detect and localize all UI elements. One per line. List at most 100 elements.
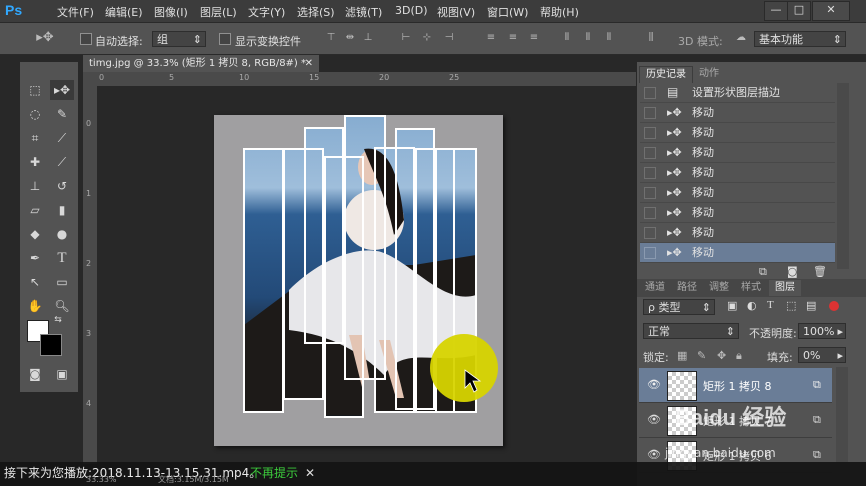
close-document-icon[interactable]: ✕ <box>305 55 313 72</box>
rectangle-tool-icon[interactable]: ▭ <box>50 272 74 292</box>
menu-select[interactable]: 选择(S) <box>297 4 335 20</box>
trash-icon[interactable]: 🗑︎ <box>813 265 827 278</box>
new-document-from-state-icon[interactable]: ⧉ <box>759 265 767 279</box>
workspace-dropdown[interactable]: 基本功能 ⇕ <box>754 31 846 47</box>
cloud-icon[interactable]: ☁ <box>733 32 749 44</box>
history-item[interactable]: ▸✥ 移动 <box>640 203 835 223</box>
clone-stamp-icon[interactable]: ⊥ <box>23 176 47 196</box>
tab-layers[interactable]: 图层 <box>769 280 801 296</box>
close-notification-icon[interactable]: ✕ <box>305 462 315 484</box>
history-item[interactable]: ▸✥ 移动 <box>640 123 835 143</box>
distribute-left-icon[interactable]: ⦀ <box>561 32 573 44</box>
distribute-bottom-icon[interactable]: ≡ <box>528 32 540 44</box>
menu-window[interactable]: 窗口(W) <box>487 4 528 20</box>
menu-image[interactable]: 图像(I) <box>154 4 188 20</box>
quick-select-tool-icon[interactable]: ✎ <box>50 104 74 124</box>
auto-align-icon[interactable]: ⫼ <box>645 32 657 44</box>
tab-paths[interactable]: 路径 <box>671 280 703 296</box>
history-item[interactable]: ▸✥ 移动 <box>640 103 835 123</box>
tab-styles[interactable]: 样式 <box>735 280 767 296</box>
lock-position-icon[interactable]: ✥ <box>717 349 726 362</box>
distribute-vcenter-icon[interactable]: ≡ <box>507 32 519 44</box>
menu-edit[interactable]: 编辑(E) <box>105 4 143 20</box>
move-tool-icon[interactable]: ▸✥ <box>50 80 74 100</box>
filter-type-icon[interactable]: T <box>767 299 774 311</box>
blend-mode-dropdown[interactable]: 正常 ⇕ <box>643 323 739 339</box>
opacity-field[interactable]: 100% ▸ <box>798 323 846 339</box>
history-brush-icon[interactable]: ↺ <box>50 176 74 196</box>
camera-icon[interactable]: ◙ <box>787 265 798 278</box>
lock-pixels-icon[interactable]: ✎ <box>697 349 706 362</box>
history-item[interactable]: ▸✥ 移动 <box>640 223 835 243</box>
auto-select-checkbox[interactable] <box>80 33 92 45</box>
tab-actions[interactable]: 动作 <box>693 66 725 82</box>
gradient-tool-icon[interactable]: ▮ <box>50 200 74 220</box>
menu-view[interactable]: 视图(V) <box>437 4 475 20</box>
lasso-tool-icon[interactable]: ◌ <box>23 104 47 124</box>
distribute-hcenter-icon[interactable]: ⦀ <box>582 32 594 44</box>
visibility-eye-icon[interactable]: 👁︎ <box>647 448 661 461</box>
auto-select-dropdown[interactable]: 组 ⇕ <box>152 31 206 47</box>
close-window-button[interactable]: ✕ <box>812 1 850 21</box>
menu-help[interactable]: 帮助(H) <box>540 4 579 20</box>
crop-tool-icon[interactable]: ⌗ <box>23 128 47 148</box>
swap-colors-icon[interactable]: ⇆ <box>51 314 65 326</box>
menu-file[interactable]: 文件(F) <box>57 4 94 20</box>
align-hcenter-icon[interactable]: ⊹ <box>421 32 433 44</box>
filter-toggle-icon[interactable] <box>829 301 839 311</box>
tab-history[interactable]: 历史记录 <box>639 66 693 83</box>
eyedropper-tool-icon[interactable]: ⟋ <box>50 128 74 148</box>
show-transform-checkbox[interactable] <box>219 33 231 45</box>
fill-field[interactable]: 0% ▸ <box>798 347 846 363</box>
history-item-selected[interactable]: ▸✥ 移动 <box>640 243 835 263</box>
menu-layer[interactable]: 图层(L) <box>200 4 237 20</box>
lock-all-icon[interactable]: 🔒︎ <box>736 349 742 363</box>
eraser-tool-icon[interactable]: ▱ <box>23 200 47 220</box>
distribute-top-icon[interactable]: ≡ <box>485 32 497 44</box>
align-bottom-icon[interactable]: ⊥ <box>362 32 374 44</box>
brush-tool-icon[interactable]: ⟋ <box>50 152 74 172</box>
healing-brush-icon[interactable]: ✚ <box>23 152 47 172</box>
align-top-icon[interactable]: ⊤ <box>325 32 337 44</box>
blur-tool-icon[interactable]: ◆ <box>23 224 47 244</box>
menu-3d[interactable]: 3D(D) <box>395 4 428 17</box>
layer-filter-dropdown[interactable]: ρ 类型 ⇕ <box>643 299 715 315</box>
history-scrollbar[interactable] <box>837 83 849 269</box>
filter-shape-icon[interactable]: ⬚ <box>786 299 796 312</box>
history-item[interactable]: ▤ 设置形状图层描边 <box>640 83 835 103</box>
pen-tool-icon[interactable]: ✒ <box>23 248 47 268</box>
quick-mask-icon[interactable]: ◙ <box>23 364 47 384</box>
path-select-icon[interactable]: ↖ <box>23 272 47 292</box>
maximize-button[interactable]: □ <box>787 1 811 21</box>
history-item[interactable]: ▸✥ 移动 <box>640 183 835 203</box>
align-left-icon[interactable]: ⊢ <box>400 32 412 44</box>
menu-type[interactable]: 文字(Y) <box>248 4 285 20</box>
align-vcenter-icon[interactable]: ⇹ <box>344 32 356 44</box>
layers-scrollbar[interactable] <box>836 367 848 477</box>
filter-adjust-icon[interactable]: ◐ <box>747 299 757 312</box>
align-right-icon[interactable]: ⊣ <box>443 32 455 44</box>
move-tool-preset-icon[interactable]: ▸✥ <box>36 31 54 44</box>
tab-channels[interactable]: 通道 <box>639 280 671 296</box>
zoom-tool-icon[interactable]: 🔍︎ <box>50 296 74 316</box>
dodge-tool-icon[interactable]: ● <box>50 224 74 244</box>
distribute-right-icon[interactable]: ⦀ <box>603 32 615 44</box>
dont-show-again-link[interactable]: 不再提示 <box>250 462 298 484</box>
history-item[interactable]: ▸✥ 移动 <box>640 143 835 163</box>
document-tab[interactable]: timg.jpg @ 33.3% (矩形 1 拷贝 8, RGB/8#) * ✕ <box>83 55 319 72</box>
lock-transparent-icon[interactable]: ▦ <box>677 349 687 362</box>
layer-row-selected[interactable]: 👁︎ 矩形 1 拷贝 8 ⧉ <box>639 368 832 403</box>
menu-filter[interactable]: 滤镜(T) <box>345 4 382 20</box>
marquee-tool-icon[interactable]: ⬚ <box>23 80 47 100</box>
hand-tool-icon[interactable]: ✋ <box>23 296 47 316</box>
background-color-swatch[interactable] <box>40 334 62 356</box>
history-item[interactable]: ▸✥ 移动 <box>640 163 835 183</box>
visibility-eye-icon[interactable]: 👁︎ <box>647 413 661 426</box>
minimize-button[interactable]: — <box>764 1 788 21</box>
visibility-eye-icon[interactable]: 👁︎ <box>647 378 661 391</box>
screen-mode-icon[interactable]: ▣ <box>50 364 74 384</box>
filter-smart-icon[interactable]: ▤ <box>806 299 816 312</box>
filter-pixel-icon[interactable]: ▣ <box>727 299 737 312</box>
type-tool-icon[interactable]: T <box>50 248 74 268</box>
document-canvas[interactable] <box>214 115 503 446</box>
